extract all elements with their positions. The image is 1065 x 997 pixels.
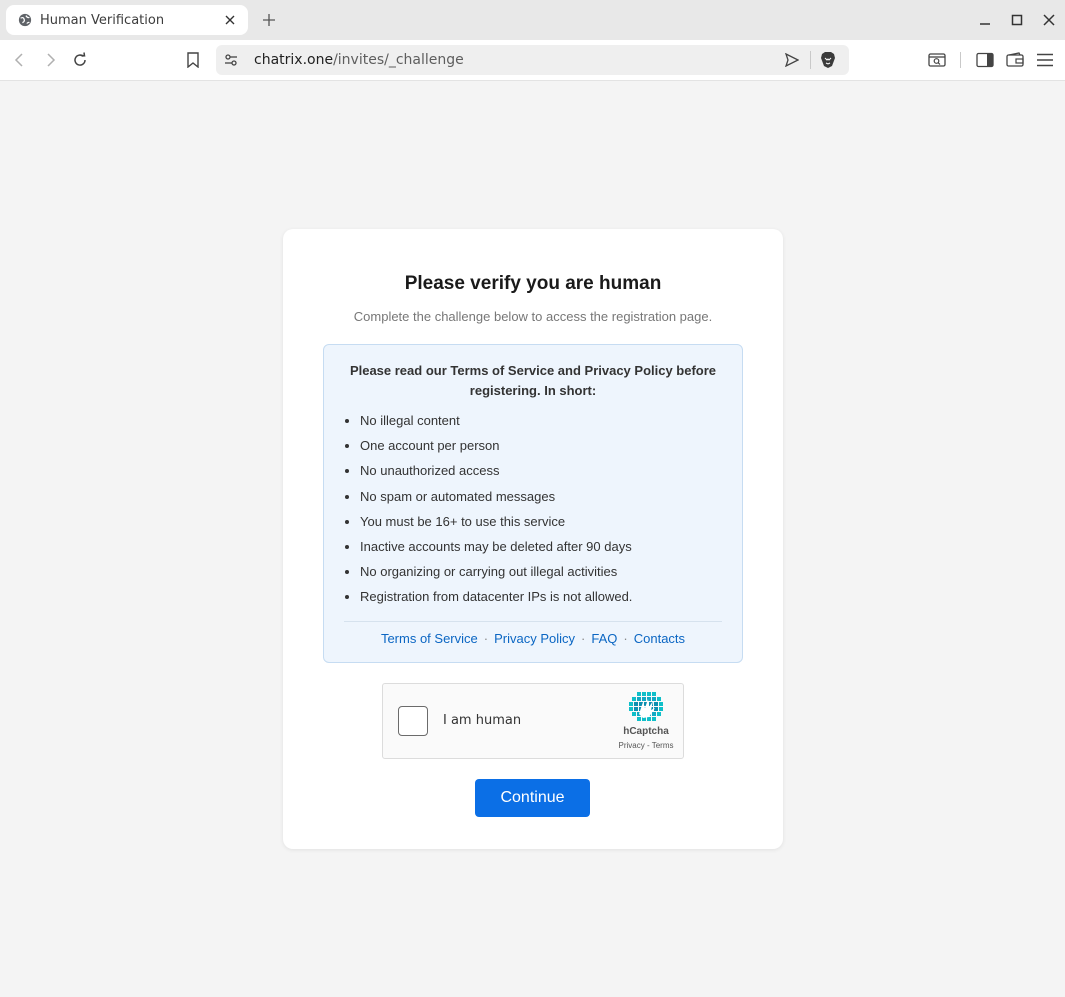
hcaptcha-link-separator: -: [644, 741, 652, 750]
tos-rule: No illegal content: [360, 411, 720, 436]
tos-rule: One account per person: [360, 436, 720, 461]
hcaptcha-logo-icon: [629, 692, 663, 724]
globe-icon: [18, 13, 32, 27]
link-separator: ·: [483, 631, 489, 646]
captcha-label: I am human: [443, 713, 522, 728]
contacts-link[interactable]: Contacts: [634, 631, 685, 646]
tune-icon[interactable]: [222, 51, 240, 69]
tos-rule: No spam or automated messages: [360, 487, 720, 512]
page-title: Please verify you are human: [404, 273, 662, 294]
link-separator: ·: [581, 631, 586, 646]
tos-rule: Inactive accounts may be deleted after 9…: [360, 537, 720, 562]
hcaptcha-widget: I am human hCaptcha Privacy - Terms: [382, 683, 684, 759]
plus-icon[interactable]: [259, 10, 279, 30]
hcaptcha-privacy-link[interactable]: Privacy: [619, 741, 645, 750]
tab-title: Human Verification: [40, 12, 165, 28]
hamburger-icon[interactable]: [1035, 50, 1055, 70]
close-icon[interactable]: [222, 12, 238, 28]
wallet-icon[interactable]: [1005, 50, 1025, 70]
arrow-right-icon[interactable]: [40, 50, 60, 70]
tos-heading: Please read our Terms of Service and Pri…: [349, 363, 717, 398]
close-window-icon[interactable]: [1039, 10, 1059, 30]
url-path: /invites/_challenge: [333, 52, 464, 68]
tos-divider: [344, 621, 722, 622]
terms-of-service-link[interactable]: Terms of Service: [381, 631, 478, 646]
arrow-left-icon[interactable]: [10, 50, 30, 70]
tos-rule: No organizing or carrying out illegal ac…: [360, 562, 720, 587]
faq-link[interactable]: FAQ: [591, 631, 617, 646]
send-icon[interactable]: [783, 51, 801, 69]
address-bar[interactable]: chatrix.one/invites/_challenge: [216, 45, 849, 75]
link-separator: ·: [623, 631, 628, 646]
hcaptcha-brand: hCaptcha: [623, 726, 669, 737]
lion-shield-icon[interactable]: [819, 51, 837, 69]
tos-rules-list: No illegal content One account per perso…: [360, 411, 720, 613]
tos-rule: No unauthorized access: [360, 461, 720, 486]
sidebar-icon[interactable]: [975, 50, 995, 70]
toolbar-separator: [960, 52, 961, 68]
tos-summary-box: Please read our Terms of Service and Pri…: [323, 344, 743, 663]
reload-icon[interactable]: [70, 50, 90, 70]
browser-toolbar: chatrix.one/invites/_challenge: [0, 40, 1065, 81]
tab-human-verification[interactable]: Human Verification: [6, 5, 248, 35]
tos-rule: You must be 16+ to use this service: [360, 512, 720, 537]
maximize-icon[interactable]: [1007, 10, 1027, 30]
page-subtitle: Complete the challenge below to access t…: [353, 309, 713, 324]
url-host: chatrix.one: [254, 52, 334, 68]
url-separator: [810, 51, 811, 69]
captcha-checkbox[interactable]: [398, 706, 428, 736]
tos-links: Terms of Service · Privacy Policy · FAQ · Cont…: [324, 631, 742, 646]
hcaptcha-terms-link[interactable]: Terms: [652, 741, 674, 750]
url-text[interactable]: chatrix.one/invites/_challenge: [254, 52, 464, 68]
minimize-icon[interactable]: [975, 10, 995, 30]
privacy-policy-link[interactable]: Privacy Policy: [494, 631, 575, 646]
continue-button[interactable]: Continue: [475, 779, 590, 817]
tab-search-icon[interactable]: [927, 50, 947, 70]
bookmark-icon[interactable]: [183, 50, 203, 70]
hcaptcha-links: Privacy - Terms: [613, 741, 679, 750]
tos-rule: Registration from datacenter IPs is not …: [360, 587, 720, 612]
tab-strip: Human Verification: [0, 0, 1065, 40]
verification-card: Please verify you are human Complete the…: [283, 229, 783, 849]
